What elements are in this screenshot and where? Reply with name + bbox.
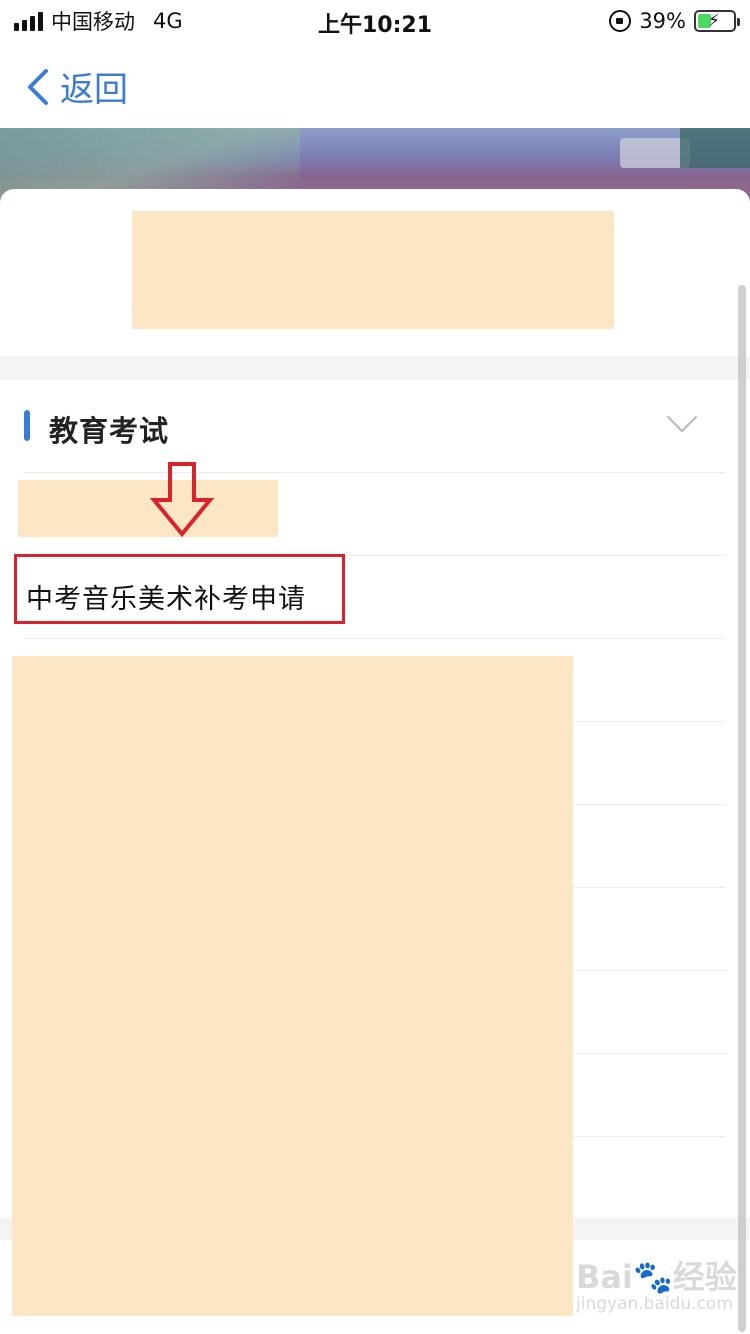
status-bar: 中国移动 4G 上午10:21 39% ⚡	[0, 0, 750, 40]
chevron-left-icon	[28, 68, 48, 105]
charging-bolt-icon: ⚡	[708, 11, 720, 31]
battery-cap	[737, 18, 740, 26]
watermark: Bai🐾经验 jingyan.baidu.com	[576, 1252, 737, 1314]
battery-icon: ⚡	[694, 10, 740, 32]
rotation-lock-icon	[609, 10, 632, 32]
chevron-down-icon[interactable]	[666, 414, 698, 434]
back-label: 返回	[60, 70, 128, 110]
arrow-down-icon	[150, 462, 214, 538]
back-button[interactable]: 返回	[24, 62, 128, 111]
watermark-logo: Bai🐾经验	[576, 1258, 737, 1296]
list-item-label: 中考音乐美术补考申请	[26, 584, 306, 615]
list-item-music-art-makeup-exam[interactable]: 中考音乐美术补考申请	[0, 555, 750, 638]
status-right: 39% ⚡	[609, 8, 740, 34]
redacted-block	[12, 656, 573, 1316]
section-header[interactable]: 教育考试	[0, 380, 750, 472]
redacted-block	[132, 211, 614, 329]
section-title: 教育考试	[49, 414, 170, 448]
watermark-url: jingyan.baidu.com	[576, 1294, 733, 1314]
banner-trees	[680, 128, 750, 168]
section-accent-bar	[24, 410, 30, 441]
battery-percent: 39%	[639, 9, 686, 33]
nav-bar: 返回	[0, 40, 750, 128]
scrollbar[interactable]	[738, 285, 746, 1332]
screen: 中国移动 4G 上午10:21 39% ⚡ 返回 教育考试 中考音乐美术补考申请…	[0, 0, 750, 1334]
redacted-block	[18, 480, 278, 537]
info-card	[0, 189, 750, 356]
